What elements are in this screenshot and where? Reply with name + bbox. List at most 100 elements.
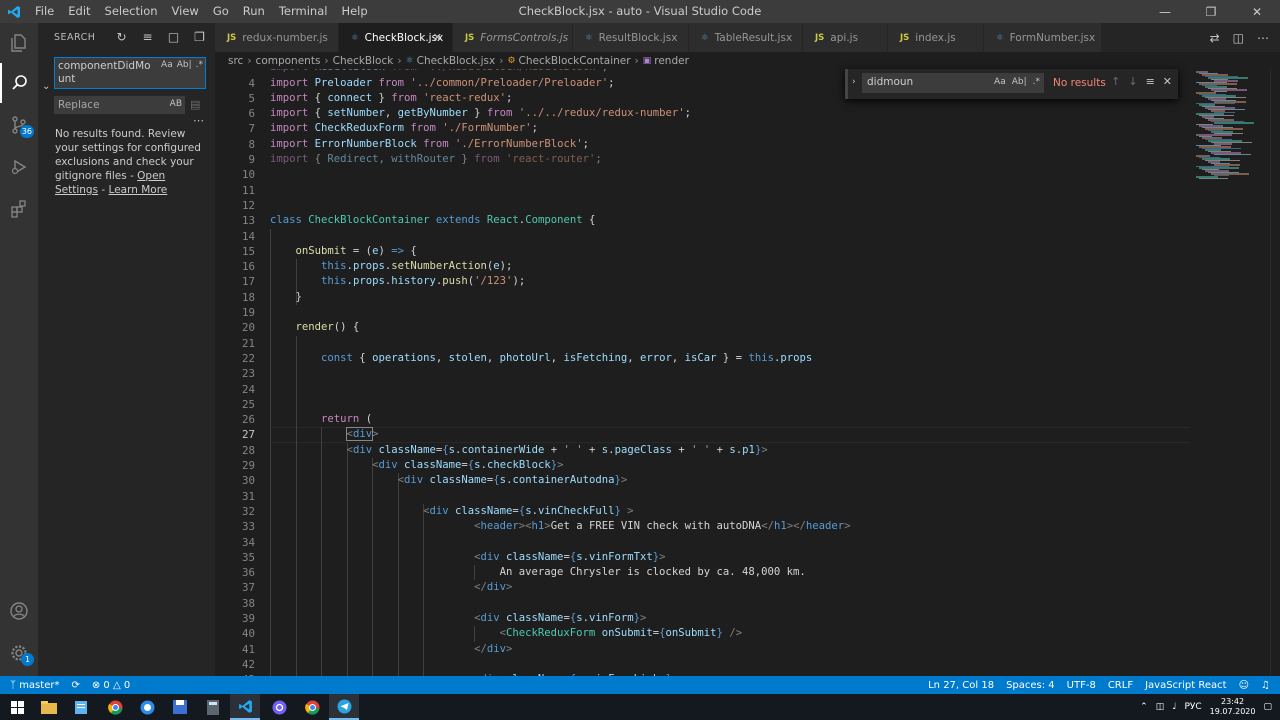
refresh-icon[interactable]: ↻ bbox=[114, 29, 129, 44]
code-editor[interactable]: 4 5 6 7 8 9 10 11 12 13 14 15 16 17 18 19 20 21 22 23 24 25 26… bbox=[215, 69, 1280, 676]
replace-input[interactable]: Replace AB bbox=[54, 96, 185, 114]
menu-edit[interactable]: Edit bbox=[61, 0, 97, 23]
menu-help[interactable]: Help bbox=[334, 0, 374, 23]
menu-selection[interactable]: Selection bbox=[98, 0, 165, 23]
menu-run[interactable]: Run bbox=[236, 0, 272, 23]
telegram-icon[interactable] bbox=[329, 694, 359, 720]
toggle-replace-chevron-icon[interactable]: ⌄ bbox=[42, 81, 50, 92]
close-find-icon[interactable]: ✕ bbox=[1163, 75, 1172, 88]
line-number: 28 bbox=[241, 443, 255, 457]
line-number: 25 bbox=[241, 397, 255, 411]
keyboard-language[interactable]: РУС bbox=[1184, 702, 1201, 712]
notepad-icon[interactable] bbox=[66, 694, 96, 720]
tab-formscontrols[interactable]: JS FormsControls.js bbox=[453, 23, 573, 52]
accounts-icon[interactable] bbox=[0, 591, 38, 631]
use-regex-icon[interactable]: .* bbox=[1033, 77, 1040, 87]
chrome-second-icon[interactable] bbox=[297, 694, 327, 720]
cursor-position[interactable]: Ln 27, Col 18 bbox=[928, 680, 994, 691]
new-search-editor-icon[interactable]: □ bbox=[166, 29, 181, 44]
collapse-all-icon[interactable]: ❐ bbox=[192, 29, 207, 44]
viber-icon[interactable] bbox=[264, 694, 294, 720]
more-actions-icon[interactable]: ⋯ bbox=[1257, 31, 1269, 45]
volume-icon[interactable]: ♩ bbox=[1172, 702, 1176, 712]
tab-api[interactable]: JS api.js bbox=[803, 23, 888, 52]
tab-index[interactable]: JS index.js bbox=[888, 23, 984, 52]
find-in-selection-icon[interactable]: ≡ bbox=[1146, 75, 1155, 88]
language-mode[interactable]: JavaScript React bbox=[1145, 680, 1227, 691]
encoding[interactable]: UTF-8 bbox=[1067, 680, 1096, 691]
breadcrumb-file[interactable]: CheckBlock.jsx bbox=[417, 55, 496, 67]
split-editor-icon[interactable]: ◫ bbox=[1233, 31, 1244, 45]
menu-terminal[interactable]: Terminal bbox=[272, 0, 335, 23]
no-results-message: No results found. Review your settings f… bbox=[55, 127, 207, 197]
line-number: 17 bbox=[241, 275, 255, 289]
menu-view[interactable]: View bbox=[165, 0, 206, 23]
restore-icon[interactable]: ❐ bbox=[1188, 0, 1234, 23]
vertical-scrollbar[interactable] bbox=[1270, 69, 1280, 676]
end-of-line[interactable]: CRLF bbox=[1108, 680, 1133, 691]
code-line: import { Redirect, withRouter } from 're… bbox=[270, 153, 602, 165]
source-control-icon[interactable]: 36 bbox=[0, 105, 38, 145]
messenger-icon[interactable] bbox=[132, 694, 162, 720]
chrome-icon[interactable] bbox=[100, 694, 130, 720]
use-regex-icon[interactable]: .* bbox=[196, 60, 203, 70]
network-icon[interactable]: ◫ bbox=[1156, 702, 1165, 712]
line-number: 26 bbox=[241, 413, 255, 427]
minimize-icon[interactable]: — bbox=[1142, 0, 1188, 23]
action-center-icon[interactable]: ▢ bbox=[1263, 702, 1272, 712]
breadcrumb-checkblock-folder[interactable]: CheckBlock bbox=[333, 55, 394, 67]
run-debug-icon[interactable] bbox=[0, 147, 38, 187]
tab-redux-number[interactable]: JS redux-number.js bbox=[215, 23, 339, 52]
sync-icon[interactable]: ⟳ bbox=[71, 680, 79, 691]
match-case-icon[interactable]: Aa bbox=[161, 60, 173, 70]
find-navigation: ↑ ↓ ≡ ✕ bbox=[1111, 75, 1172, 88]
tab-checkblock[interactable]: ⚛ CheckBlock.jsx ✕ bbox=[339, 23, 453, 52]
line-number: 8 bbox=[248, 137, 255, 151]
match-case-icon[interactable]: Aa bbox=[994, 77, 1006, 87]
settings-gear-icon[interactable]: 1 bbox=[0, 633, 38, 673]
tab-tableresult[interactable]: ⚛ TableResult.jsx bbox=[689, 23, 803, 52]
line-number: 16 bbox=[241, 260, 255, 274]
breadcrumb-class[interactable]: CheckBlockContainer bbox=[519, 55, 631, 67]
breadcrumb-method[interactable]: render bbox=[654, 55, 689, 67]
notifications-bell-icon[interactable]: ♫ bbox=[1261, 680, 1270, 691]
problems-status[interactable]: ⊗ 0 △ 0 bbox=[92, 680, 130, 691]
clock[interactable]: 23:42 19.07.2020 bbox=[1210, 697, 1256, 717]
clear-results-icon[interactable]: ≡ bbox=[140, 29, 155, 44]
tab-resultblock[interactable]: ⚛ ResultBlock.jsx bbox=[573, 23, 689, 52]
vscode-taskbar-icon[interactable] bbox=[230, 694, 260, 720]
breadcrumb-src[interactable]: src bbox=[228, 55, 243, 67]
previous-match-icon[interactable]: ↑ bbox=[1111, 75, 1120, 88]
menu-file[interactable]: File bbox=[28, 0, 61, 23]
extensions-icon[interactable] bbox=[0, 189, 38, 229]
match-whole-word-icon[interactable]: Ab| bbox=[177, 60, 192, 70]
more-options-icon[interactable]: ⋯ bbox=[193, 114, 204, 127]
search-input[interactable]: componentDidMount Aa Ab| .* bbox=[54, 57, 206, 89]
calculator-icon[interactable] bbox=[198, 694, 228, 720]
code-line: </div> bbox=[474, 642, 513, 655]
find-input[interactable]: didmoun Aa Ab| .* bbox=[862, 73, 1044, 93]
close-window-icon[interactable]: ✕ bbox=[1234, 0, 1280, 23]
line-number: 18 bbox=[241, 290, 255, 304]
tray-overflow-icon[interactable]: ⌃ bbox=[1140, 702, 1148, 712]
next-match-icon[interactable]: ↓ bbox=[1128, 75, 1137, 88]
indentation[interactable]: Spaces: 4 bbox=[1006, 680, 1055, 691]
explorer-icon[interactable] bbox=[0, 23, 38, 63]
save-app-icon[interactable] bbox=[165, 694, 195, 720]
feedback-icon[interactable]: ☺ bbox=[1239, 680, 1249, 691]
preserve-case-icon[interactable]: AB bbox=[170, 99, 182, 109]
toggle-replace-icon[interactable]: › bbox=[852, 77, 856, 87]
close-tab-icon[interactable]: ✕ bbox=[433, 31, 442, 44]
tab-formnumber[interactable]: ⚛ FormNumber.jsx bbox=[984, 23, 1102, 52]
file-explorer-icon[interactable] bbox=[34, 694, 64, 720]
minimap[interactable] bbox=[1190, 69, 1266, 676]
match-whole-word-icon[interactable]: Ab| bbox=[1012, 77, 1027, 87]
open-changes-icon[interactable]: ⇄ bbox=[1210, 31, 1220, 45]
windows-start-icon[interactable] bbox=[2, 694, 32, 720]
search-icon[interactable] bbox=[0, 63, 38, 103]
git-branch-status[interactable]: ᛉ master* bbox=[10, 680, 59, 691]
breadcrumb-components[interactable]: components bbox=[256, 55, 321, 67]
menu-go[interactable]: Go bbox=[206, 0, 236, 23]
learn-more-link[interactable]: Learn More bbox=[109, 184, 168, 196]
replace-all-icon[interactable]: ▤ bbox=[190, 98, 200, 111]
